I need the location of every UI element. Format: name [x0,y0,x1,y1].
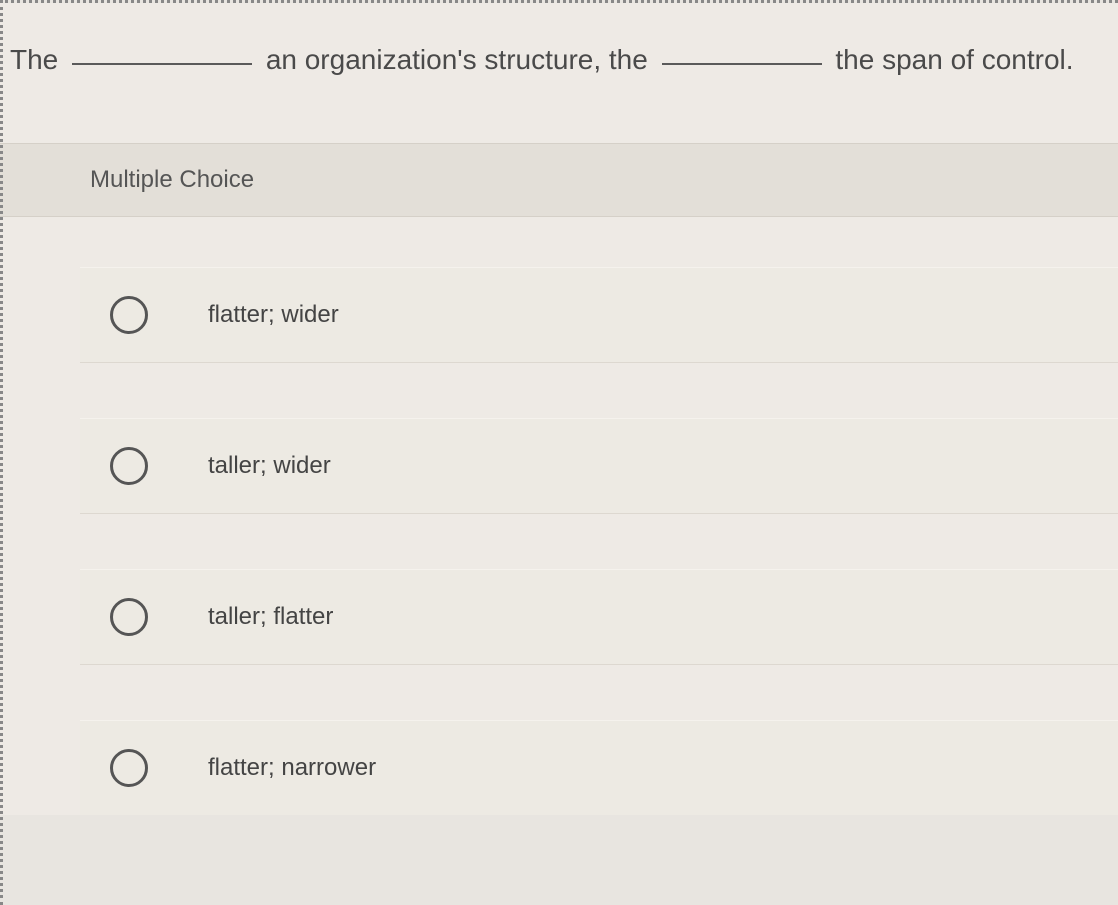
radio-icon[interactable] [110,447,148,485]
left-dotted-border [0,0,3,905]
option-row[interactable]: taller; wider [80,418,1118,514]
radio-icon[interactable] [110,296,148,334]
question-part-2: an organization's structure, the [266,44,648,75]
question-part-1: The [10,44,58,75]
option-label: taller; flatter [208,603,333,631]
question-text: The an organization's structure, the the… [10,38,1098,83]
fill-blank-2 [662,63,822,65]
option-row[interactable]: flatter; narrower [80,720,1118,815]
option-label: taller; wider [208,452,331,480]
option-row[interactable]: taller; flatter [80,569,1118,665]
option-label: flatter; wider [208,301,339,329]
question-area: The an organization's structure, the the… [0,3,1118,144]
quiz-page: The an organization's structure, the the… [0,0,1118,905]
section-header-label: Multiple Choice [90,166,1118,194]
question-part-3: the span of control. [835,44,1073,75]
fill-blank-1 [72,63,252,65]
radio-icon[interactable] [110,598,148,636]
option-row[interactable]: flatter; wider [80,267,1118,363]
radio-icon[interactable] [110,749,148,787]
option-label: flatter; narrower [208,754,376,782]
multiple-choice-header: Multiple Choice [0,144,1118,217]
options-area: flatter; wider taller; wider taller; fla… [0,217,1118,815]
